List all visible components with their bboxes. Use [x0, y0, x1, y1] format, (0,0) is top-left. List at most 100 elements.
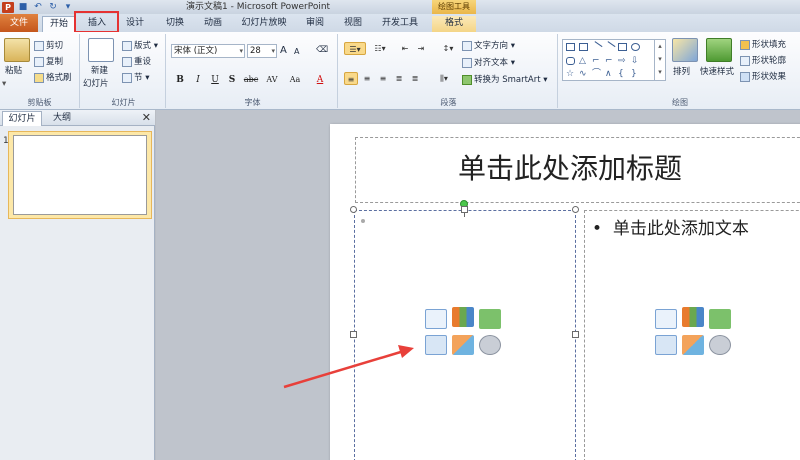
insert-table-icon[interactable] — [655, 309, 677, 329]
customize-qat-icon[interactable]: ▾ — [62, 2, 74, 13]
shape-rounded-rect-icon[interactable] — [566, 57, 575, 65]
shape-triangle-icon[interactable]: △ — [579, 57, 588, 66]
font-color-button[interactable]: A — [314, 74, 326, 86]
numbering-button[interactable]: ☷▾ — [370, 42, 390, 55]
insert-chart-icon[interactable] — [452, 307, 474, 327]
shape-right-arrow-icon[interactable]: ⇨ — [618, 57, 627, 66]
shape-star-icon[interactable]: ☆ — [566, 70, 575, 79]
title-placeholder[interactable]: 单击此处添加标题 — [355, 137, 800, 203]
text-placeholder-bullet-line[interactable]: • 单击此处添加文本 — [592, 214, 749, 239]
decrease-indent-button[interactable]: ⇤ — [398, 42, 412, 55]
shape-curve-icon[interactable]: ∿ — [579, 70, 588, 79]
tab-home[interactable]: 开始 — [42, 16, 76, 32]
tab-design[interactable]: 设计 — [118, 16, 152, 32]
section-button[interactable]: 节 ▾ — [122, 72, 149, 84]
bullets-button[interactable]: ☰▾ — [344, 42, 366, 55]
save-icon[interactable]: ■ — [17, 2, 29, 13]
bold-button[interactable]: B — [174, 74, 186, 86]
quick-styles-button[interactable]: 快速样式 — [700, 66, 734, 78]
align-left-button[interactable]: ≡ — [344, 72, 358, 85]
copy-button[interactable]: 复制 — [34, 56, 63, 68]
increase-indent-button[interactable]: ⇥ — [414, 42, 428, 55]
paste-icon[interactable] — [4, 38, 30, 62]
new-slide-icon[interactable] — [88, 38, 114, 62]
char-spacing-button[interactable]: AV — [263, 74, 281, 86]
shape-rectangle-icon[interactable] — [618, 43, 627, 51]
tab-slides-pane[interactable]: 幻灯片 — [2, 111, 42, 126]
insert-picture-icon[interactable] — [425, 335, 447, 355]
format-painter-button[interactable]: 格式刷 — [34, 72, 72, 84]
justify-button[interactable]: ≣ — [392, 72, 406, 85]
shape-textbox-icon[interactable] — [566, 43, 575, 51]
close-icon[interactable]: ✕ — [142, 111, 151, 124]
tab-view[interactable]: 视图 — [336, 16, 370, 32]
insert-media-icon[interactable] — [479, 335, 501, 355]
insert-media-icon[interactable] — [709, 335, 731, 355]
shape-connector-icon[interactable]: ⌐ — [605, 57, 614, 66]
shape-vtextbox-icon[interactable] — [579, 43, 588, 51]
align-right-button[interactable]: ≡ — [376, 72, 390, 85]
line-spacing-button[interactable]: ↕▾ — [438, 42, 458, 55]
arrange-icon[interactable] — [672, 38, 698, 62]
resize-handle-r[interactable] — [572, 331, 579, 338]
tab-outline-pane[interactable]: 大纲 — [44, 111, 80, 126]
tab-developer[interactable]: 开发工具 — [376, 16, 424, 32]
shape-down-arrow-icon[interactable]: ⇩ — [631, 57, 640, 66]
undo-icon[interactable]: ↶ — [32, 2, 44, 13]
tab-transitions[interactable]: 切换 — [158, 16, 192, 32]
shape-effects-button[interactable]: 形状效果 — [740, 71, 786, 83]
insert-chart-icon[interactable] — [682, 307, 704, 327]
resize-handle-l[interactable] — [350, 331, 357, 338]
convert-smartart-button[interactable]: 转换为 SmartArt ▾ — [462, 74, 548, 86]
slide-canvas[interactable]: 单击此处添加标题 • 单击此处添加文本 — [330, 124, 800, 460]
paste-dropdown-icon[interactable]: ▾ — [2, 78, 6, 90]
resize-handle-tr[interactable] — [572, 206, 579, 213]
shapes-gallery-scroll[interactable]: ▴ ▾ ▾ — [654, 40, 665, 80]
left-content-placeholder[interactable] — [354, 210, 576, 460]
underline-button[interactable]: U — [209, 74, 221, 86]
shape-chevron-icon[interactable]: ∧ — [605, 70, 614, 79]
font-name-combo[interactable]: 宋体 (正文) ▾ — [171, 44, 245, 58]
shape-freeform-icon[interactable]: ⌒ — [592, 70, 601, 79]
grow-font-button[interactable]: A — [280, 45, 287, 57]
shape-arrow-line-icon[interactable] — [603, 41, 616, 53]
quick-styles-icon[interactable] — [706, 38, 732, 62]
insert-smartart-icon[interactable] — [709, 309, 731, 329]
insert-smartart-icon[interactable] — [479, 309, 501, 329]
tab-slideshow[interactable]: 幻灯片放映 — [236, 16, 292, 32]
shape-brace-left-icon[interactable]: { — [618, 70, 627, 79]
font-size-combo[interactable]: 28 ▾ — [247, 44, 277, 58]
new-slide-dropdown[interactable]: 幻灯片 — [83, 78, 109, 90]
new-slide-button[interactable]: 新建 — [91, 65, 108, 77]
italic-button[interactable]: I — [192, 74, 204, 86]
insert-clipart-icon[interactable] — [452, 335, 474, 355]
align-center-button[interactable]: ≡ — [360, 72, 374, 85]
resize-handle-tl[interactable] — [350, 206, 357, 213]
shape-oval-icon[interactable] — [631, 43, 640, 51]
insert-clipart-icon[interactable] — [682, 335, 704, 355]
arrange-button[interactable]: 排列 — [673, 66, 690, 78]
slide-thumbnail[interactable] — [13, 135, 147, 215]
tab-insert[interactable]: 插入 — [80, 16, 114, 32]
tab-animations[interactable]: 动画 — [196, 16, 230, 32]
shape-outline-button[interactable]: 形状轮廓 — [740, 55, 786, 67]
paste-button[interactable]: 粘贴 — [5, 65, 22, 77]
distributed-button[interactable]: ≣ — [408, 72, 422, 85]
clear-format-icon[interactable]: ⌫ — [316, 44, 328, 56]
shrink-font-button[interactable]: A — [294, 46, 299, 58]
tab-format[interactable]: 格式 — [432, 16, 476, 32]
tab-file[interactable]: 文件 — [0, 14, 38, 32]
shape-elbow-icon[interactable]: ⌐ — [592, 57, 601, 66]
reset-button[interactable]: 重设 — [122, 56, 151, 68]
shadow-button[interactable]: S — [226, 74, 238, 86]
cut-button[interactable]: 剪切 — [34, 40, 63, 52]
right-content-placeholder[interactable] — [584, 210, 800, 460]
resize-handle-t[interactable] — [461, 206, 468, 213]
strikethrough-button[interactable]: abc — [242, 74, 260, 86]
change-case-button[interactable]: Aa — [286, 74, 304, 86]
insert-picture-icon[interactable] — [655, 335, 677, 355]
redo-icon[interactable]: ↻ — [47, 2, 59, 13]
text-direction-button[interactable]: 文字方向 ▾ — [462, 40, 515, 52]
shape-line-icon[interactable] — [590, 41, 603, 53]
shapes-gallery[interactable]: △ ⌐ ⌐ ⇨ ⇩ ☆ ∿ ⌒ ∧ { } ▴ ▾ ▾ — [562, 39, 666, 81]
